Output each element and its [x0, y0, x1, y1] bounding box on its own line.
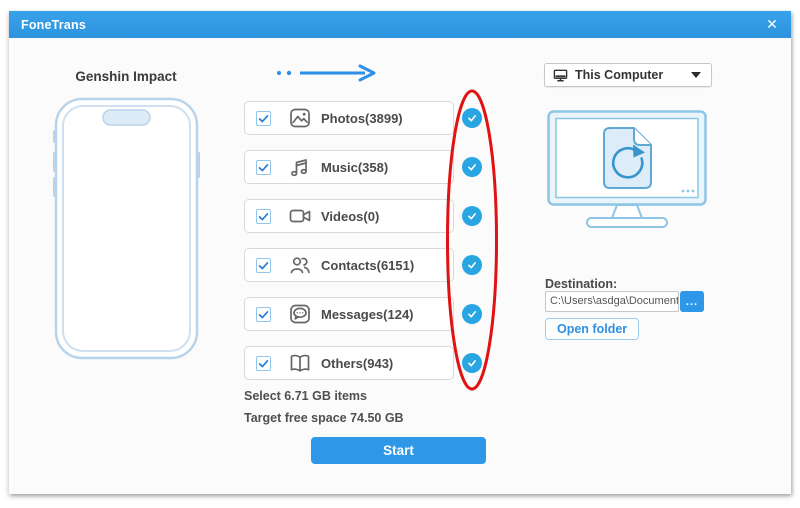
category-row-photos[interactable]: Photos(3899)	[244, 101, 454, 135]
checkbox-checked[interactable]	[256, 307, 271, 322]
checkbox-checked[interactable]	[256, 209, 271, 224]
messages-icon	[288, 302, 312, 326]
music-icon	[288, 155, 312, 179]
category-row-others[interactable]: Others(943)	[244, 346, 454, 380]
selected-check-icon[interactable]	[462, 255, 482, 275]
phone-notch	[103, 110, 150, 125]
close-icon[interactable]: ✕	[759, 11, 785, 38]
summary-selected-size: Select 6.71 GB items	[244, 385, 404, 407]
checkbox-checked[interactable]	[256, 258, 271, 273]
device-name: Genshin Impact	[49, 69, 203, 84]
monitor-icon	[553, 68, 568, 83]
category-label: Contacts(6151)	[321, 258, 414, 273]
category-label: Messages(124)	[321, 307, 414, 322]
photos-icon	[288, 106, 312, 130]
selected-check-icon[interactable]	[462, 353, 482, 373]
screenshot-stage: FoneTrans ✕ Genshin Impact	[0, 0, 800, 508]
phone-illustration	[52, 97, 201, 360]
titlebar: FoneTrans ✕	[9, 11, 791, 38]
checkbox-checked[interactable]	[256, 356, 271, 371]
category-row-music[interactable]: Music(358)	[244, 150, 454, 184]
transfer-summary: Select 6.71 GB items Target free space 7…	[244, 385, 404, 429]
selected-check-icon[interactable]	[462, 108, 482, 128]
checkbox-checked[interactable]	[256, 160, 271, 175]
target-device-label: This Computer	[575, 68, 691, 82]
browse-button[interactable]: ...	[680, 291, 704, 312]
destination-path-field[interactable]: C:\Users\asdga\Documents\	[545, 291, 679, 312]
summary-free-space: Target free space 74.50 GB	[244, 407, 404, 429]
checkbox-checked[interactable]	[256, 111, 271, 126]
category-row-contacts[interactable]: Contacts(6151)	[244, 248, 454, 282]
selected-check-icon[interactable]	[462, 206, 482, 226]
computer-sync-illustration	[547, 110, 707, 232]
category-label: Others(943)	[321, 356, 393, 371]
selected-check-icon[interactable]	[462, 304, 482, 324]
contacts-icon	[288, 253, 312, 277]
window-title: FoneTrans	[9, 18, 86, 32]
target-device-dropdown[interactable]: This Computer	[544, 63, 712, 87]
start-button[interactable]: Start	[311, 437, 486, 464]
destination-label: Destination:	[545, 277, 617, 291]
category-row-messages[interactable]: Messages(124)	[244, 297, 454, 331]
category-label: Music(358)	[321, 160, 388, 175]
videos-icon	[288, 204, 312, 228]
category-label: Videos(0)	[321, 209, 379, 224]
chevron-down-icon	[691, 72, 701, 78]
selected-check-icon[interactable]	[462, 157, 482, 177]
open-folder-button[interactable]: Open folder	[545, 318, 639, 340]
category-label: Photos(3899)	[321, 111, 403, 126]
category-row-videos[interactable]: Videos(0)	[244, 199, 454, 233]
others-icon	[288, 351, 312, 375]
transfer-arrow-icon	[275, 64, 381, 82]
fonetrans-window: FoneTrans ✕ Genshin Impact	[9, 11, 791, 494]
sync-file-icon	[604, 128, 651, 188]
